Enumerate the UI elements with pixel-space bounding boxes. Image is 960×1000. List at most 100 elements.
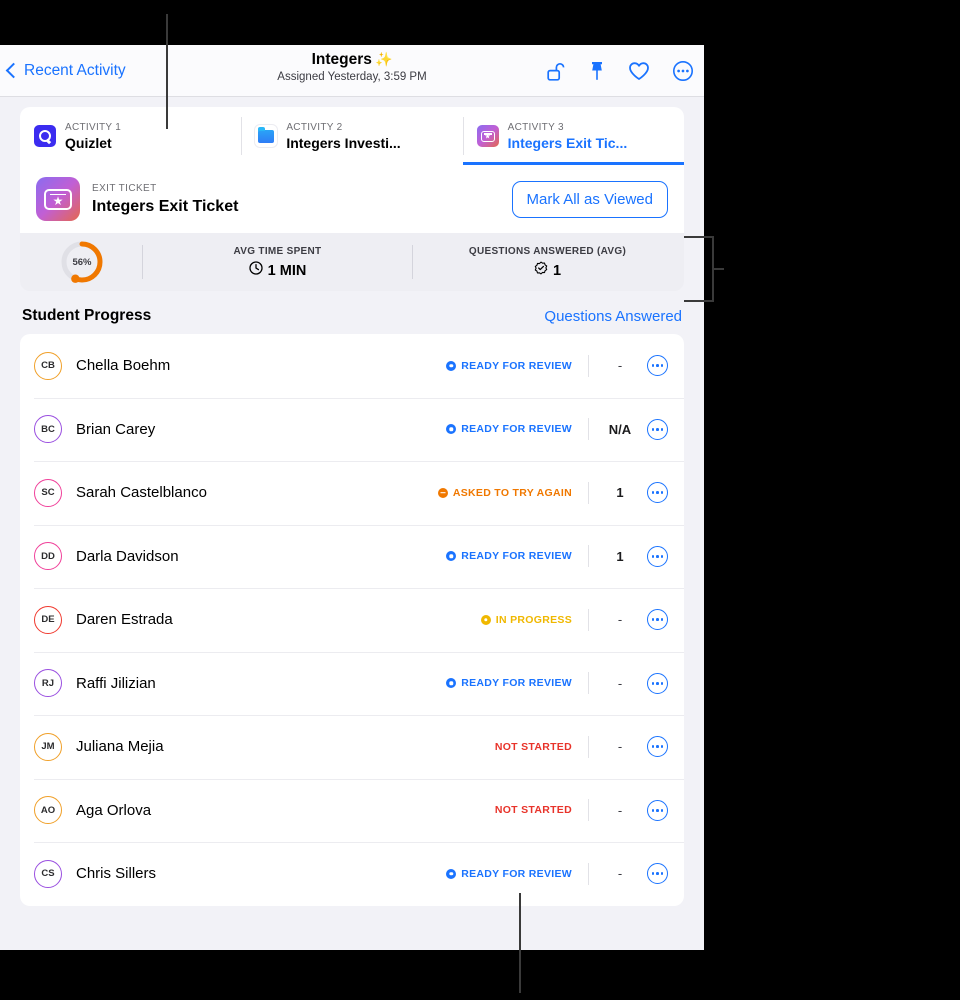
callout-bracket-right [684,236,724,302]
status-badge: READY FOR REVIEW [446,360,572,372]
status-dot-icon [446,424,457,435]
row-divider [588,608,589,631]
status-dot-icon [446,551,457,562]
quizlet-icon [34,125,56,147]
student-progress-header: Student Progress Questions Answered [22,307,682,325]
pin-icon[interactable] [588,60,606,82]
stat-avg-time-spent-value: 1 MIN [267,262,307,279]
exit-ticket-icon: ★ [476,125,499,147]
heart-icon[interactable] [628,61,650,81]
student-progress-list: CB Chella Boehm READY FOR REVIEW - BC Brian C… [20,334,684,906]
row-more-icon[interactable] [647,355,668,377]
student-row[interactable]: DD Darla Davidson READY FOR REVIEW 1 [20,524,684,589]
student-name: Brian Carey [76,420,156,438]
status-label: READY FOR REVIEW [461,677,572,690]
activity-tabs: ACTIVITY 1 Quizlet ACTIVITY 2 Integers I… [20,107,684,165]
status-badge: READY FOR REVIEW [446,868,572,880]
score-value: 1 [616,485,624,501]
completion-ring: 56% [59,239,105,285]
navigation-actions [546,45,694,97]
stats-strip: 56% AVG TIME SPENT 1 MIN QUESTIONS ANSWE… [20,233,684,291]
stat-questions-answered: QUESTIONS ANSWERED (AVG) 1 [413,244,682,281]
avatar: CB [34,351,62,380]
activity-tab-3[interactable]: ★ ACTIVITY 3 Integers Exit Tic... [462,107,684,165]
activity-tab-1-text: ACTIVITY 1 Quizlet [65,121,121,152]
exit-ticket-kicker: EXIT TICKET [92,182,157,194]
status-dot-icon [480,614,491,625]
student-row[interactable]: CS Chris Sillers READY FOR REVIEW - [20,842,684,906]
exit-ticket-header: ★ EXIT TICKET Integers Exit Ticket Mark … [20,165,684,233]
status-label: IN PROGRESS [495,613,572,626]
callout-line-top [166,14,168,129]
student-row[interactable]: BC Brian Carey READY FOR REVIEW N/A [20,397,684,462]
questions-answered-link[interactable]: Questions Answered [544,308,682,325]
status-dot-icon [446,360,457,371]
back-button[interactable]: Recent Activity [0,62,126,80]
student-row[interactable]: RJ Raffi Jilizian READY FOR REVIEW - [20,651,684,716]
page-title-text: Integers [311,51,372,68]
row-more-icon[interactable] [647,799,668,821]
callout-line-bottom [519,893,521,993]
score-value: - [617,358,623,374]
student-progress-title: Student Progress [22,307,152,324]
activity-tab-3-text: ACTIVITY 3 Integers Exit Tic... [508,121,628,152]
status-badge: NOT STARTED [495,804,572,816]
status-badge: READY FOR REVIEW [446,550,572,562]
activity-tab-1[interactable]: ACTIVITY 1 Quizlet [20,107,241,165]
stat-questions-answered-value-row: 1 [413,261,682,281]
more-icon[interactable] [672,60,694,82]
status-badge: READY FOR REVIEW [446,677,572,689]
student-row[interactable]: SC Sarah Castelblanco ASKED TO TRY AGAIN 1 [20,461,684,525]
row-more-icon[interactable] [647,545,668,567]
score-value: - [617,866,623,882]
student-name: Juliana Mejia [76,738,164,756]
row-more-icon[interactable] [647,482,668,504]
score-value: N/A [608,421,632,437]
row-divider [588,862,589,885]
avatar: JM [34,732,62,761]
row-more-icon[interactable] [647,609,668,631]
student-row[interactable]: CB Chella Boehm READY FOR REVIEW - [20,334,684,398]
row-more-icon[interactable] [647,736,668,758]
avatar: SC [34,478,62,507]
unlock-icon[interactable] [546,61,566,82]
status-label: NOT STARTED [494,740,572,753]
activity-tab-3-kicker: ACTIVITY 3 [507,121,564,133]
row-more-icon[interactable] [647,672,668,694]
stat-questions-answered-value: 1 [552,262,562,279]
status-label: READY FOR REVIEW [461,423,572,436]
row-more-icon[interactable] [647,418,668,440]
row-divider [588,545,589,568]
screenshot-root: Recent Activity Integers ✨ Assigned Yest… [0,0,960,1000]
row-more-icon[interactable] [647,863,668,885]
activity-tab-2[interactable]: ACTIVITY 2 Integers Investi... [241,107,462,165]
student-name: Raffi Jilizian [76,674,156,692]
student-row[interactable]: JM Juliana Mejia NOT STARTED - [20,715,684,779]
status-label: NOT STARTED [494,804,572,817]
avatar: CS [34,859,62,888]
mark-all-as-viewed-button[interactable]: Mark All as Viewed [511,180,668,218]
sparkle-icon: ✨ [374,51,393,67]
activity-tab-1-name: Quizlet [65,134,112,151]
avatar: DD [34,542,62,571]
stat-questions-answered-label: QUESTIONS ANSWERED (AVG) [468,245,627,257]
status-badge: NOT STARTED [495,741,572,753]
row-divider [588,735,589,758]
status-badge: IN PROGRESS [480,613,572,626]
score-value: - [617,739,623,755]
student-row[interactable]: DE Daren Estrada IN PROGRESS - [20,588,684,652]
status-dot-icon [437,487,448,498]
activity-tab-3-name: Integers Exit Tic... [507,134,628,151]
stat-avg-time-spent: AVG TIME SPENT 1 MIN [143,244,412,281]
student-row[interactable]: AO Aga Orlova NOT STARTED - [20,778,684,843]
status-label: READY FOR REVIEW [461,359,572,372]
activity-tab-1-kicker: ACTIVITY 1 [65,121,122,133]
stat-avg-time-spent-label: AVG TIME SPENT [233,245,322,257]
activity-tab-2-kicker: ACTIVITY 2 [286,121,343,133]
completion-ring-cell: 56% [22,239,142,285]
chevron-left-icon [5,62,22,79]
student-name: Chella Boehm [76,357,171,375]
avatar: RJ [34,669,62,698]
status-dot-icon [446,868,457,879]
back-button-label: Recent Activity [24,61,126,79]
